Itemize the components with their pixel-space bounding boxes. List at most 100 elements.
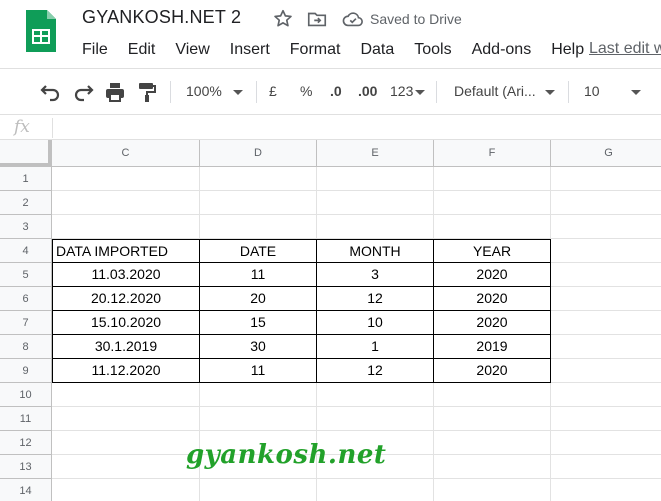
table-header-cell[interactable]: YEAR (433, 239, 551, 263)
row-header[interactable]: 14 (0, 479, 52, 501)
undo-icon[interactable] (38, 81, 62, 103)
row-header[interactable]: 7 (0, 311, 52, 335)
zoom-chevron-down-icon[interactable] (233, 90, 243, 95)
menu-data[interactable]: Data (350, 40, 404, 60)
table-cell[interactable]: 20.12.2020 (52, 286, 200, 311)
column-header-c[interactable]: C (52, 140, 200, 167)
font-size-select[interactable]: 10 (584, 83, 600, 99)
paint-format-icon[interactable] (136, 81, 158, 103)
more-formats-chevron-down-icon[interactable] (415, 90, 425, 95)
grid-cell[interactable] (200, 407, 317, 431)
grid-cell[interactable] (52, 167, 200, 191)
grid-cell[interactable] (434, 479, 551, 501)
row-header[interactable]: 10 (0, 383, 52, 407)
grid-cell[interactable] (317, 479, 434, 501)
table-cell[interactable]: 15.10.2020 (52, 310, 200, 335)
column-header-g[interactable]: G (551, 140, 661, 167)
print-icon[interactable] (104, 81, 126, 103)
menu-addons[interactable]: Add-ons (462, 40, 542, 60)
table-cell[interactable]: 12 (316, 358, 434, 383)
table-cell[interactable]: 10 (316, 310, 434, 335)
grid-cell[interactable] (200, 215, 317, 239)
grid-cell[interactable] (434, 455, 551, 479)
move-to-folder-icon[interactable] (306, 8, 328, 30)
grid-cell[interactable] (52, 191, 200, 215)
select-all-corner[interactable] (0, 140, 52, 167)
grid-cell[interactable] (52, 455, 200, 479)
grid-cell[interactable] (52, 407, 200, 431)
grid-cell[interactable] (200, 479, 317, 501)
table-header-cell[interactable]: MONTH (316, 239, 434, 263)
menu-help[interactable]: Help (541, 40, 594, 60)
grid-cell[interactable] (52, 383, 200, 407)
table-header-cell[interactable]: DATE (199, 239, 317, 263)
table-cell[interactable]: 3 (316, 262, 434, 287)
menu-file[interactable]: File (72, 40, 118, 60)
grid-cell[interactable] (317, 167, 434, 191)
table-cell[interactable]: 30.1.2019 (52, 334, 200, 359)
table-cell[interactable]: 20 (199, 286, 317, 311)
table-header-cell[interactable]: DATA IMPORTED (52, 239, 200, 263)
grid-cell[interactable] (317, 215, 434, 239)
table-cell[interactable]: 12 (316, 286, 434, 311)
sheets-logo-icon[interactable] (24, 8, 58, 54)
row-header[interactable]: 1 (0, 167, 52, 191)
formula-bar[interactable]: fx (0, 114, 661, 140)
grid-cell[interactable] (551, 359, 661, 383)
column-header-e[interactable]: E (317, 140, 434, 167)
table-cell[interactable]: 2020 (433, 358, 551, 383)
menu-tools[interactable]: Tools (404, 40, 461, 60)
grid-cell[interactable] (200, 191, 317, 215)
menu-edit[interactable]: Edit (118, 40, 166, 60)
grid-cell[interactable] (551, 191, 661, 215)
grid-cell[interactable] (551, 407, 661, 431)
table-cell[interactable]: 2020 (433, 286, 551, 311)
font-family-select[interactable]: Default (Ari... (454, 83, 536, 99)
table-cell[interactable]: 1 (316, 334, 434, 359)
row-header[interactable]: 3 (0, 215, 52, 239)
currency-format-button[interactable]: £ (269, 83, 277, 99)
grid-cell[interactable] (551, 335, 661, 359)
row-header[interactable]: 5 (0, 263, 52, 287)
grid-cell[interactable] (52, 479, 200, 501)
menu-insert[interactable]: Insert (220, 40, 280, 60)
grid-cell[interactable] (200, 167, 317, 191)
table-cell[interactable]: 2020 (433, 310, 551, 335)
grid-cell[interactable] (551, 263, 661, 287)
grid-cell[interactable] (551, 455, 661, 479)
table-cell[interactable]: 2019 (433, 334, 551, 359)
column-header-f[interactable]: F (434, 140, 551, 167)
menu-format[interactable]: Format (280, 40, 351, 60)
grid-cell[interactable] (551, 287, 661, 311)
column-header-d[interactable]: D (200, 140, 317, 167)
row-header[interactable]: 8 (0, 335, 52, 359)
font-size-chevron-down-icon[interactable] (631, 90, 641, 95)
grid-cell[interactable] (434, 383, 551, 407)
grid-cell[interactable] (317, 407, 434, 431)
save-status[interactable]: Saved to Drive (370, 11, 462, 27)
grid-cell[interactable] (52, 431, 200, 455)
grid-cell[interactable] (551, 479, 661, 501)
redo-icon[interactable] (72, 81, 96, 103)
grid-cell[interactable] (551, 431, 661, 455)
row-header[interactable]: 2 (0, 191, 52, 215)
table-cell[interactable]: 11.12.2020 (52, 358, 200, 383)
grid-cell[interactable] (434, 431, 551, 455)
table-cell[interactable]: 30 (199, 334, 317, 359)
row-header[interactable]: 4 (0, 239, 52, 263)
grid-cell[interactable] (551, 167, 661, 191)
grid-cell[interactable] (200, 383, 317, 407)
star-icon[interactable] (272, 8, 294, 30)
percent-format-button[interactable]: % (300, 83, 312, 99)
grid-cell[interactable] (434, 407, 551, 431)
grid-cell[interactable] (551, 215, 661, 239)
decrease-decimal-button[interactable]: .0 (330, 83, 342, 99)
table-cell[interactable]: 11.03.2020 (52, 262, 200, 287)
more-formats-button[interactable]: 123 (390, 83, 413, 99)
grid-cell[interactable] (434, 191, 551, 215)
font-chevron-down-icon[interactable] (545, 90, 555, 95)
table-cell[interactable]: 2020 (433, 262, 551, 287)
grid-cell[interactable] (52, 215, 200, 239)
menu-view[interactable]: View (165, 40, 219, 60)
table-cell[interactable]: 11 (199, 262, 317, 287)
